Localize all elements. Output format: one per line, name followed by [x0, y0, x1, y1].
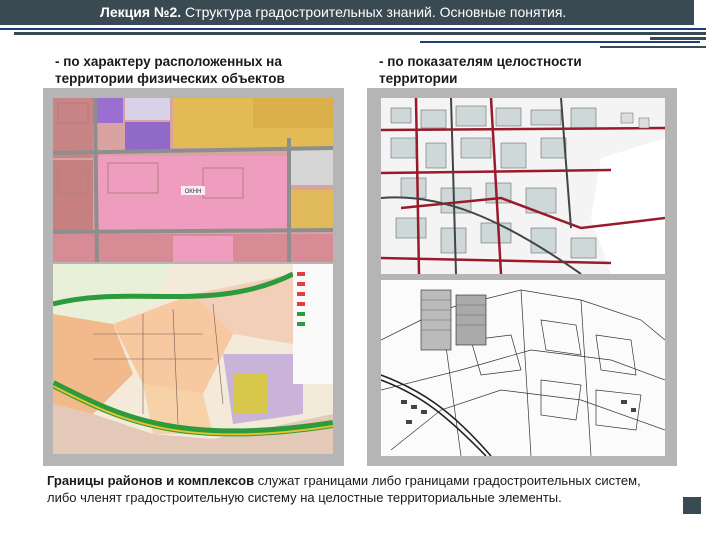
- plan-drawing-map-image: [381, 280, 665, 456]
- left-section-heading: - по характеру расположенных на территор…: [55, 54, 285, 86]
- slide-title: Структура градостроительных знаний. Осно…: [181, 4, 567, 20]
- divider-line: [650, 37, 706, 40]
- body-paragraph: Границы районов и комплексов служат гран…: [47, 473, 657, 506]
- map-label: ОКНН: [185, 189, 202, 195]
- right-image-frame: [367, 88, 677, 466]
- slide-header: Лекция №2. Структура градостроительных з…: [0, 0, 694, 25]
- master-plan-map-image: [53, 264, 333, 454]
- divider-line: [0, 28, 706, 30]
- header-accent: [694, 0, 720, 25]
- right-section-heading: - по показателям целостности территории: [379, 54, 582, 86]
- left-image-frame: ОКНН: [43, 88, 344, 466]
- divider-line: [14, 32, 706, 35]
- body-lead-text: Границы районов и комплексов: [47, 473, 255, 488]
- divider-line: [420, 41, 700, 43]
- zoning-map-image: ОКНН: [53, 98, 333, 262]
- divider-line: [600, 46, 706, 48]
- lecture-label: Лекция №2.: [100, 4, 182, 20]
- slide-corner-square: [683, 497, 701, 514]
- street-network-map-image: [381, 98, 665, 274]
